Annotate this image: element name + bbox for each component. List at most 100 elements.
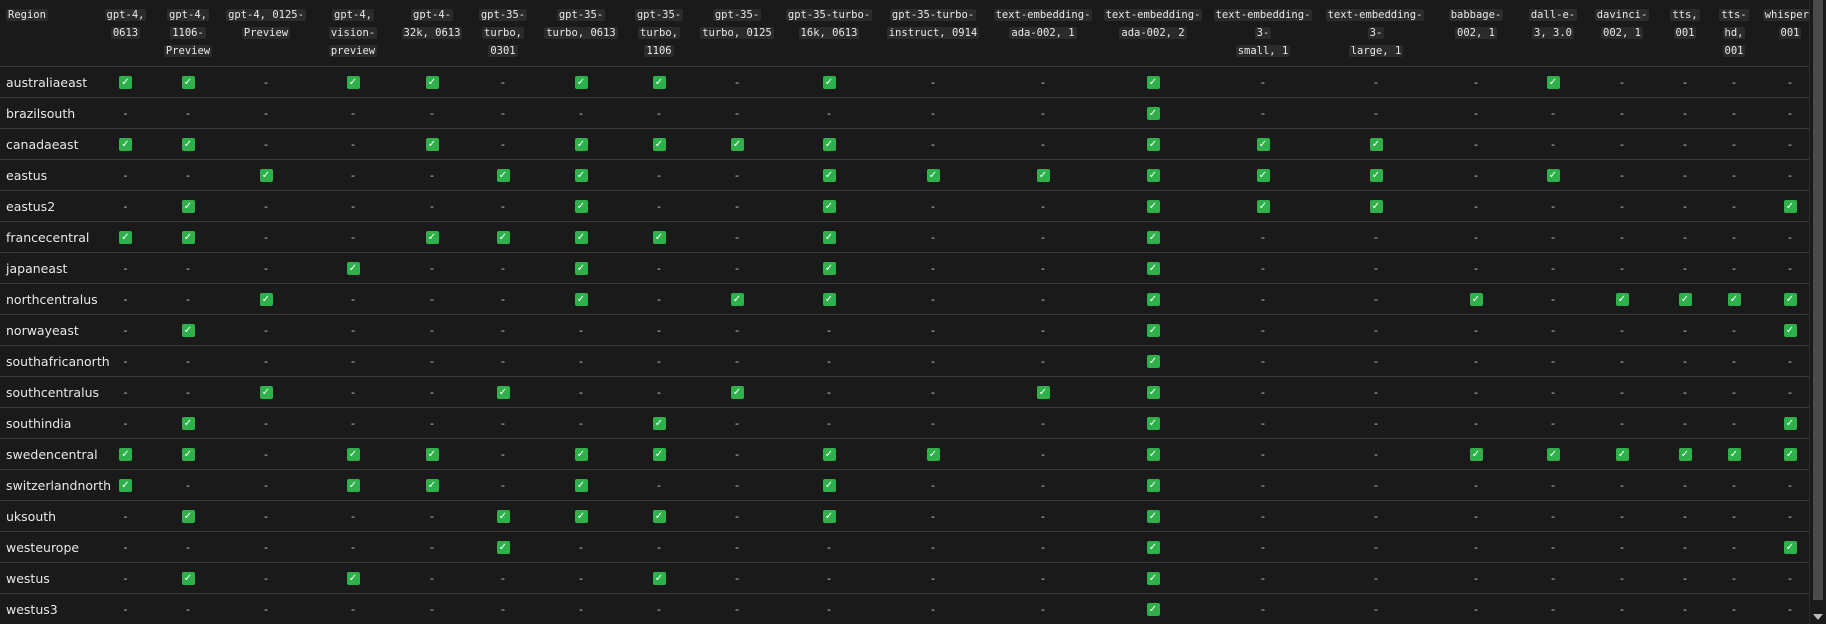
availability-cell: - xyxy=(153,252,223,284)
availability-cell: - xyxy=(1319,438,1433,470)
region-name: westeurope xyxy=(0,531,98,563)
availability-cell: - xyxy=(1319,500,1433,532)
dash-icon: - xyxy=(931,200,935,213)
availability-cell: ✓ xyxy=(779,469,879,501)
check-icon: ✓ xyxy=(1783,293,1797,306)
availability-cell: ✓ xyxy=(539,159,623,191)
availability-cell: - xyxy=(987,128,1099,160)
availability-cell: - xyxy=(1713,531,1755,563)
availability-cell: ✓ xyxy=(397,128,467,160)
dash-icon: - xyxy=(351,169,355,182)
region-name: japaneast xyxy=(0,252,98,284)
availability-cell: - xyxy=(467,66,539,98)
check-icon: ✓ xyxy=(1146,200,1160,213)
availability-cell: - xyxy=(1587,128,1657,160)
dash-icon: - xyxy=(1261,479,1265,492)
dash-icon: - xyxy=(1620,76,1624,89)
availability-cell: - xyxy=(98,252,153,284)
dash-icon: - xyxy=(931,572,935,585)
availability-cell: - xyxy=(1657,190,1713,222)
availability-cell: - xyxy=(987,314,1099,346)
dash-icon: - xyxy=(1683,324,1687,337)
dash-icon: - xyxy=(1551,510,1555,523)
availability-cell: ✓ xyxy=(1519,438,1587,470)
availability-cell: ✓ xyxy=(623,221,695,253)
dash-icon: - xyxy=(931,262,935,275)
availability-cell: ✓ xyxy=(1099,128,1207,160)
check-icon: ✓ xyxy=(1146,510,1160,523)
column-header-1: gpt-4, 1106- Preview xyxy=(153,0,223,67)
region-name: uksouth xyxy=(0,500,98,532)
dash-icon: - xyxy=(735,479,739,492)
check-icon: ✓ xyxy=(181,231,195,244)
availability-cell: - xyxy=(987,438,1099,470)
availability-cell: - xyxy=(1519,314,1587,346)
dash-icon: - xyxy=(1683,603,1687,616)
availability-cell: ✓ xyxy=(1099,438,1207,470)
availability-cell: ✓ xyxy=(309,469,397,501)
availability-cell: ✓ xyxy=(623,407,695,439)
availability-cell: ✓ xyxy=(623,500,695,532)
scrollbar-thumb[interactable] xyxy=(1813,0,1823,600)
vertical-scrollbar[interactable] xyxy=(1809,0,1826,624)
availability-cell: - xyxy=(1207,593,1319,624)
dash-icon: - xyxy=(1620,324,1624,337)
table-row: swedencentral ✓ ✓ - ✓ ✓ - ✓ ✓ - ✓ ✓ - ✓ - - ✓ ✓ ✓ ✓ ✓ ✓ xyxy=(0,438,1810,470)
column-header-13: text-embedding-3- small, 1 xyxy=(1207,0,1319,67)
column-header-12: text-embedding-ada-002, 2 xyxy=(1099,0,1207,67)
availability-cell: - xyxy=(1319,376,1433,408)
availability-cell: - xyxy=(1713,376,1755,408)
dash-icon: - xyxy=(1788,262,1792,275)
dash-icon: - xyxy=(1374,355,1378,368)
availability-cell: - xyxy=(1207,531,1319,563)
dash-icon: - xyxy=(123,386,128,399)
availability-cell: - xyxy=(1519,500,1587,532)
column-header-line: preview xyxy=(328,45,378,57)
dash-icon: - xyxy=(501,76,505,89)
table-row: switzerlandnorth ✓ - - ✓ ✓ - ✓ - - ✓ - - ✓ - - - - - - - - xyxy=(0,469,1810,501)
dash-icon: - xyxy=(186,262,190,275)
column-header-line: Preview xyxy=(241,27,291,39)
availability-cell: ✓ xyxy=(153,500,223,532)
dash-icon: - xyxy=(1374,417,1378,430)
availability-cell: - xyxy=(987,66,1099,98)
dash-icon: - xyxy=(1788,603,1792,616)
availability-cell: ✓ xyxy=(397,469,467,501)
check-icon: ✓ xyxy=(822,169,836,182)
availability-cell: - xyxy=(1519,252,1587,284)
dash-icon: - xyxy=(1732,479,1736,492)
dash-icon: - xyxy=(657,479,661,492)
availability-cell: - xyxy=(223,221,309,253)
scroll-down-arrow-icon[interactable] xyxy=(1813,614,1823,620)
availability-cell: - xyxy=(1433,531,1519,563)
availability-cell: ✓ xyxy=(539,252,623,284)
dash-icon: - xyxy=(351,200,355,213)
availability-cell: - xyxy=(879,190,987,222)
availability-cell: - xyxy=(397,97,467,129)
check-icon: ✓ xyxy=(652,448,666,461)
dash-icon: - xyxy=(1788,355,1792,368)
dash-icon: - xyxy=(1041,510,1045,523)
availability-cell: ✓ xyxy=(1755,531,1810,563)
availability-cell: - xyxy=(695,97,779,129)
availability-cell: - xyxy=(987,190,1099,222)
availability-cell: ✓ xyxy=(309,438,397,470)
availability-cell: - xyxy=(1519,407,1587,439)
availability-cell: - xyxy=(623,314,695,346)
availability-cell: ✓ xyxy=(153,562,223,594)
availability-cell: - xyxy=(309,593,397,624)
table-body: australiaeast ✓ ✓ - ✓ ✓ - ✓ ✓ - ✓ - - ✓ - - - ✓ - - - - brazil… xyxy=(0,66,1810,624)
availability-cell: - xyxy=(309,159,397,191)
dash-icon: - xyxy=(123,572,128,585)
dash-icon: - xyxy=(579,541,583,554)
availability-cell: - xyxy=(223,407,309,439)
dash-icon: - xyxy=(657,603,661,616)
availability-cell: ✓ xyxy=(153,66,223,98)
availability-cell: - xyxy=(1755,500,1810,532)
availability-cell: - xyxy=(1433,407,1519,439)
availability-cell: ✓ xyxy=(1099,283,1207,315)
availability-cell: ✓ xyxy=(153,221,223,253)
column-header-line: vision- xyxy=(328,27,378,39)
dash-icon: - xyxy=(501,479,505,492)
dash-icon: - xyxy=(735,169,739,182)
